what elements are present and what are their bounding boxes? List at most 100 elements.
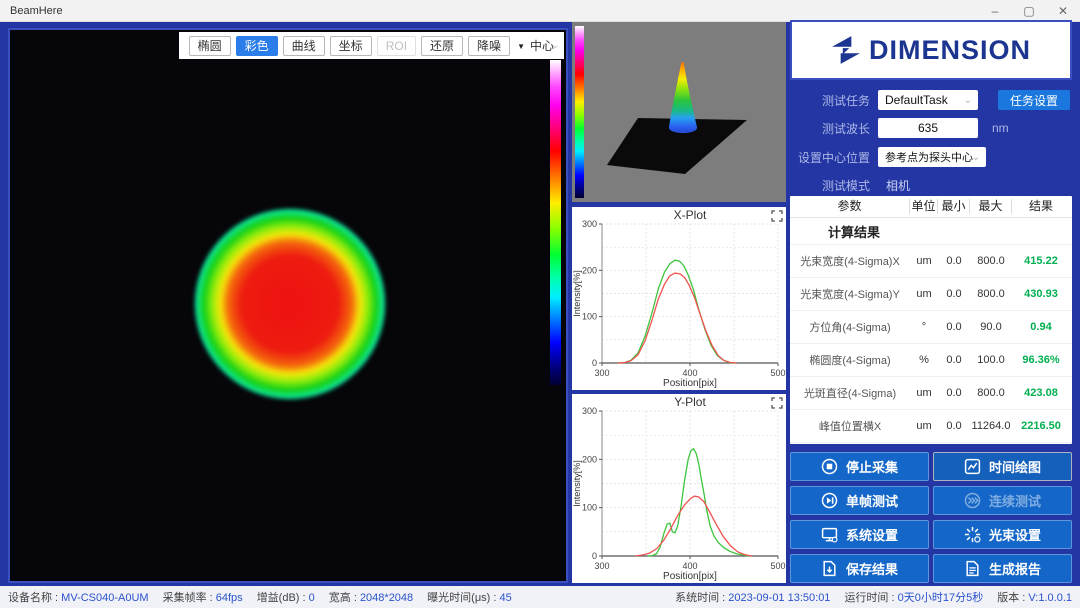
action-button-grid: 停止采集 时间绘图 单帧测试 连续测试 bbox=[790, 452, 1072, 583]
beam-image-panel[interactable]: 椭圆 彩色 曲线 坐标 ROI 还原 降噪 中心 ⌄ bbox=[8, 28, 568, 583]
toolbar-button-2[interactable]: 彩色 bbox=[236, 36, 278, 56]
param-result: 430.93 bbox=[1012, 288, 1070, 300]
action-label: 光束设置 bbox=[989, 525, 1041, 544]
param-result: 2216.50 bbox=[1012, 420, 1070, 432]
param-max: 800.0 bbox=[970, 387, 1012, 399]
section-title: 计算结果 bbox=[790, 218, 1072, 245]
status-value: 45 bbox=[500, 592, 512, 604]
param-name: 光束宽度(4-Sigma)X bbox=[790, 253, 910, 269]
table-row[interactable]: 峰值位置横X um 0.0 11264.0 2216.50 bbox=[790, 410, 1072, 443]
svg-text:400: 400 bbox=[682, 561, 697, 571]
brand-logo-text: DIMENSION bbox=[869, 35, 1031, 66]
svg-text:200: 200 bbox=[582, 454, 597, 464]
results-table: 参数 单位 最小 最大 结果 计算结果 光束宽度(4-Sigma)X um 0.… bbox=[790, 196, 1072, 444]
main-area: 椭圆 彩色 曲线 坐标 ROI 还原 降噪 中心 ⌄ bbox=[0, 22, 1080, 585]
param-min: 0.0 bbox=[938, 354, 970, 366]
param-name: 峰值位置横X bbox=[790, 418, 910, 434]
save-icon bbox=[821, 560, 838, 577]
minimize-button[interactable]: – bbox=[978, 0, 1012, 22]
wavelength-input[interactable]: 635 bbox=[878, 118, 978, 138]
wavelength-value: 635 bbox=[918, 121, 938, 135]
wavelength-unit: nm bbox=[992, 121, 1009, 135]
status-item: 增益(dB) : 0 bbox=[257, 589, 315, 605]
status-value: V:1.0.0.1 bbox=[1028, 592, 1072, 604]
status-label: 曝光时间(μs) : bbox=[427, 592, 499, 604]
param-unit: ° bbox=[910, 321, 938, 333]
svg-text:500: 500 bbox=[770, 368, 785, 378]
action-monitor-button[interactable]: 系统设置 bbox=[790, 520, 929, 549]
toolbar-button-7[interactable]: 降噪 bbox=[468, 36, 510, 56]
status-label: 设备名称 : bbox=[8, 592, 61, 604]
action-label: 停止采集 bbox=[846, 457, 898, 476]
toolbar-button-5[interactable]: ROI bbox=[377, 36, 416, 56]
status-value: 0天0小时17分5秒 bbox=[898, 592, 984, 604]
status-label: 版本 : bbox=[997, 592, 1028, 604]
svg-text:Y-Plot: Y-Plot bbox=[674, 395, 706, 409]
action-forward-button[interactable]: 连续测试 bbox=[933, 486, 1072, 515]
action-save-button[interactable]: 保存结果 bbox=[790, 554, 929, 583]
task-select[interactable]: DefaultTask ⌄ bbox=[878, 90, 978, 110]
task-value: DefaultTask bbox=[885, 93, 948, 107]
toolbar-button-3[interactable]: 曲线 bbox=[283, 36, 325, 56]
x-plot-panel[interactable]: 3004005000100200300X-PlotPosition[pix]In… bbox=[572, 207, 786, 390]
svg-text:300: 300 bbox=[594, 561, 609, 571]
table-row[interactable]: 光束宽度(4-Sigma)Y um 0.0 800.0 430.93 bbox=[790, 278, 1072, 311]
svg-text:0: 0 bbox=[592, 551, 597, 561]
action-play-button[interactable]: 单帧测试 bbox=[790, 486, 929, 515]
toolbar-button-1[interactable]: 椭圆 bbox=[189, 36, 231, 56]
table-body: 光束宽度(4-Sigma)X um 0.0 800.0 415.22 光束宽度(… bbox=[790, 245, 1072, 443]
statusbar-system-info: 系统时间 : 2023-09-01 13:50:01 运行时间 : 0天0小时1… bbox=[675, 589, 1072, 605]
report-icon bbox=[964, 560, 981, 577]
param-unit: um bbox=[910, 288, 938, 300]
toolbar-button-6[interactable]: 还原 bbox=[421, 36, 463, 56]
svg-text:Intensity[%]: Intensity[%] bbox=[572, 270, 582, 317]
action-label: 单帧测试 bbox=[846, 491, 898, 510]
task-settings-button[interactable]: 任务设置 bbox=[998, 90, 1070, 110]
param-min: 0.0 bbox=[938, 387, 970, 399]
param-max: 11264.0 bbox=[970, 420, 1012, 432]
param-min: 0.0 bbox=[938, 321, 970, 333]
svg-text:Intensity[%]: Intensity[%] bbox=[572, 460, 582, 507]
close-button[interactable]: ✕ bbox=[1046, 0, 1080, 22]
status-item: 采集帧率 : 64fps bbox=[163, 589, 243, 605]
param-result: 0.94 bbox=[1012, 321, 1070, 333]
param-unit: um bbox=[910, 255, 938, 267]
status-item: 设备名称 : MV-CS040-A0UM bbox=[8, 589, 149, 605]
header-min: 最小 bbox=[938, 199, 970, 214]
table-row[interactable]: 方位角(4-Sigma) ° 0.0 90.0 0.94 bbox=[790, 311, 1072, 344]
dimension-logo-icon bbox=[831, 35, 861, 65]
app-title: BeamHere bbox=[10, 5, 63, 17]
param-max: 90.0 bbox=[970, 321, 1012, 333]
status-label: 运行时间 : bbox=[844, 592, 897, 604]
action-beam-button[interactable]: 光束设置 bbox=[933, 520, 1072, 549]
test-settings: 测试任务 DefaultTask ⌄ 任务设置 测试波长 635 nm 设置中心… bbox=[790, 86, 1072, 196]
table-row[interactable]: 光斑直径(4-Sigma) um 0.0 800.0 423.08 bbox=[790, 377, 1072, 410]
header-unit: 单位 bbox=[910, 199, 938, 214]
action-report-button[interactable]: 生成报告 bbox=[933, 554, 1072, 583]
status-value: 0 bbox=[309, 592, 315, 604]
stop-icon bbox=[821, 458, 838, 475]
center-position-select[interactable]: 参考点为探头中心 ⌄ bbox=[878, 147, 986, 167]
status-value: MV-CS040-A0UM bbox=[61, 592, 148, 604]
svg-text:400: 400 bbox=[682, 368, 697, 378]
expand-icon[interactable] bbox=[772, 398, 782, 408]
expand-icon[interactable] bbox=[772, 211, 782, 221]
action-chart-button[interactable]: 时间绘图 bbox=[933, 452, 1072, 481]
y-plot-panel[interactable]: 3004005000100200300Y-PlotPosition[pix]In… bbox=[572, 394, 786, 583]
statusbar: 设备名称 : MV-CS040-A0UM 采集帧率 : 64fps 增益(dB)… bbox=[0, 585, 1080, 608]
status-item: 宽高 : 2048*2048 bbox=[329, 589, 413, 605]
table-row[interactable]: 椭圆度(4-Sigma) % 0.0 100.0 96.36% bbox=[790, 344, 1072, 377]
test-mode-value: 相机 bbox=[886, 177, 910, 194]
maximize-button[interactable]: ▢ bbox=[1012, 0, 1046, 22]
table-row[interactable]: 光束宽度(4-Sigma)X um 0.0 800.0 415.22 bbox=[790, 245, 1072, 278]
toolbar-expand-chevron-icon[interactable]: ⌄ bbox=[551, 38, 560, 51]
svg-text:300: 300 bbox=[582, 219, 597, 229]
table-header: 参数 单位 最小 最大 结果 bbox=[790, 196, 1072, 218]
param-name: 椭圆度(4-Sigma) bbox=[790, 352, 910, 368]
action-stop-button[interactable]: 停止采集 bbox=[790, 452, 929, 481]
beam-3d-view[interactable] bbox=[572, 22, 786, 202]
action-label: 保存结果 bbox=[846, 559, 898, 578]
toolbar-button-4[interactable]: 坐标 bbox=[330, 36, 372, 56]
center-position-label: 设置中心位置 bbox=[790, 149, 878, 166]
param-result: 96.36% bbox=[1012, 354, 1070, 366]
